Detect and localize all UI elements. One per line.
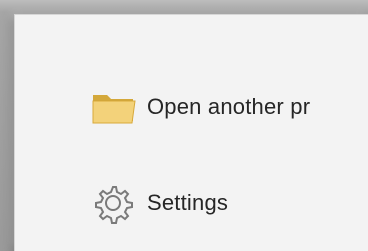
- open-another-project-label: Open another pr: [147, 94, 311, 119]
- screen-frame: Open another pr Settings: [0, 0, 368, 251]
- gear-icon: [91, 181, 139, 225]
- app-window: Open another pr Settings: [14, 14, 368, 251]
- settings-label: Settings: [147, 190, 229, 215]
- folder-icon: [91, 85, 139, 129]
- settings-item[interactable]: Settings: [91, 181, 368, 225]
- open-another-project-item[interactable]: Open another pr: [91, 85, 368, 129]
